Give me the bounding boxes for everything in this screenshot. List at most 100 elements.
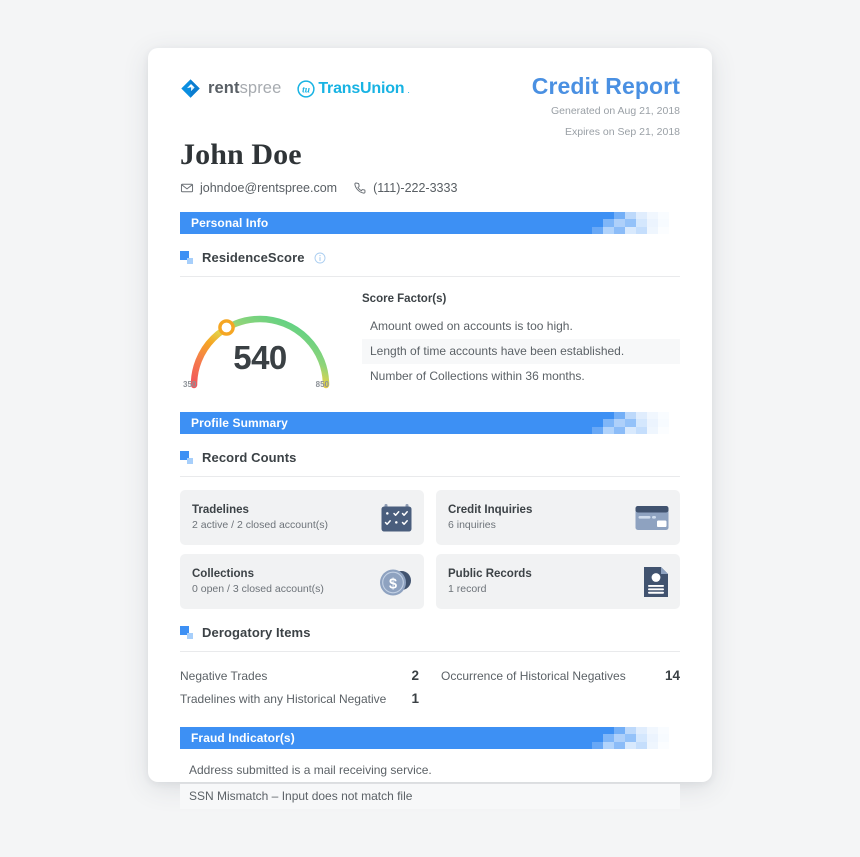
- phone-item[interactable]: (111)-222-3333: [353, 181, 457, 195]
- subheading-record-counts: Record Counts: [180, 450, 680, 477]
- section-bar-label: Profile Summary: [191, 416, 288, 430]
- dissolve-cell: [658, 426, 669, 434]
- card-credit-inquiries[interactable]: Credit Inquiries 6 inquiries: [436, 490, 680, 545]
- section-square-icon: [180, 251, 193, 264]
- dissolve-cell: [658, 219, 669, 227]
- dissolve-cell: [603, 741, 614, 749]
- dissolve-cell: [647, 412, 658, 420]
- section-bar-label: Fraud Indicator(s): [191, 731, 295, 745]
- dissolve-cell: [636, 727, 647, 735]
- derogatory-label: Negative Trades: [180, 669, 268, 683]
- dissolve-column: [614, 727, 625, 749]
- dissolve-column: [647, 212, 658, 234]
- dissolve-column: [669, 212, 680, 234]
- dissolve-cell: [614, 727, 625, 735]
- dissolve-cell: [592, 734, 603, 742]
- dissolve-cell: [625, 412, 636, 420]
- dissolve-column: [636, 212, 647, 234]
- page-title: Credit Report: [531, 73, 680, 99]
- score-min-label: 350: [183, 380, 197, 389]
- credit-report-sheet: rentspree tu TransUnion . Credit Report …: [148, 48, 712, 810]
- dissolve-cell: [647, 727, 658, 735]
- dissolve-cell: [647, 734, 658, 742]
- dissolve-cell: [603, 219, 614, 227]
- contact-row: johndoe@rentspree.com (111)-222-3333: [180, 181, 680, 195]
- dissolve-column: [647, 727, 658, 749]
- phone-text: (111)-222-3333: [373, 181, 458, 195]
- transunion-logo: tu TransUnion .: [297, 80, 410, 98]
- svg-text:tu: tu: [302, 85, 310, 95]
- dissolve-cell: [669, 412, 680, 420]
- dissolve-column: [625, 212, 636, 234]
- svg-text:$: $: [389, 576, 397, 592]
- dissolve-column: [614, 212, 625, 234]
- email-text: johndoe@rentspree.com: [200, 181, 338, 195]
- section-square-icon: [180, 451, 193, 464]
- dissolve-cell: [669, 734, 680, 742]
- card-public-records[interactable]: Public Records 1 record: [436, 554, 680, 609]
- dissolve-cell: [625, 419, 636, 427]
- dissolve-column: [592, 212, 603, 234]
- dissolve-cell: [636, 419, 647, 427]
- derogatory-value: 14: [664, 668, 680, 683]
- dissolve-cell: [614, 219, 625, 227]
- section-bar-label: Personal Info: [191, 216, 269, 230]
- dissolve-column: [614, 412, 625, 434]
- transunion-tu-circle-logo: tu: [297, 79, 315, 98]
- dissolve-cell: [669, 212, 680, 220]
- derogatory-row-empty: [441, 687, 680, 710]
- dissolve-cell: [658, 741, 669, 749]
- dissolve-cell: [636, 741, 647, 749]
- email-item[interactable]: johndoe@rentspree.com: [180, 181, 337, 195]
- dissolve-cell: [658, 727, 669, 735]
- dissolve-column: [603, 727, 614, 749]
- score-row: 540 350 850 Score Factor(s) Amount owed …: [180, 277, 680, 395]
- dissolve-cell: [669, 219, 680, 227]
- card-collections[interactable]: Collections 0 open / 3 closed account(s)…: [180, 554, 424, 609]
- transunion-trademark-dot: .: [407, 84, 410, 95]
- dissolve-cell: [647, 212, 658, 220]
- dissolve-cell: [658, 412, 669, 420]
- dissolve-cell: [636, 426, 647, 434]
- fraud-indicator-list: Address submitted is a mail receiving se…: [180, 758, 680, 810]
- derogatory-value: 2: [411, 668, 419, 683]
- dissolve-cell: [614, 412, 625, 420]
- score-factor-row: Amount owed on accounts is too high.: [370, 319, 573, 333]
- dissolve-cell: [625, 226, 636, 234]
- dissolve-column: [647, 412, 658, 434]
- dissolve-cell: [647, 226, 658, 234]
- dissolve-cell: [669, 741, 680, 749]
- section-bar-profile-summary: Profile Summary: [180, 412, 680, 434]
- rentspree-wordmark: rentspree: [208, 79, 282, 97]
- dissolve-cell: [603, 226, 614, 234]
- dissolve-cell: [603, 734, 614, 742]
- derogatory-label: Tradelines with any Historical Negative: [180, 692, 387, 706]
- section-bar-personal-info: Personal Info: [180, 212, 680, 234]
- rentspree-logo: rentspree: [180, 78, 281, 99]
- calendar-check-icon: [381, 503, 412, 531]
- dissolve-column: [625, 727, 636, 749]
- dissolve-column: [658, 727, 669, 749]
- dissolve-cell: [636, 226, 647, 234]
- dissolve-column: [603, 412, 614, 434]
- envelope-icon: [180, 183, 194, 193]
- dissolve-cell: [603, 212, 614, 220]
- derogatory-label: Occurrence of Historical Negatives: [441, 669, 626, 683]
- info-circle-icon[interactable]: [314, 252, 326, 264]
- dissolve-cell: [614, 734, 625, 742]
- card-title: Tradelines: [192, 504, 249, 516]
- dissolve-cell: [625, 219, 636, 227]
- dissolve-cell: [669, 426, 680, 434]
- score-value: 540: [233, 339, 287, 376]
- dissolve-cell: [614, 419, 625, 427]
- section-bar-fraud-indicators: Fraud Indicator(s): [180, 727, 680, 749]
- dissolve-cell: [614, 226, 625, 234]
- dissolve-column: [592, 727, 603, 749]
- card-tradelines[interactable]: Tradelines 2 active / 2 closed account(s…: [180, 490, 424, 545]
- dissolve-cell: [603, 727, 614, 735]
- expires-date: Expires on Sep 21, 2018: [565, 125, 680, 138]
- record-count-cards: Tradelines 2 active / 2 closed account(s…: [180, 490, 680, 609]
- dissolve-cell: [658, 226, 669, 234]
- dissolve-cell: [669, 226, 680, 234]
- dissolve-column: [592, 412, 603, 434]
